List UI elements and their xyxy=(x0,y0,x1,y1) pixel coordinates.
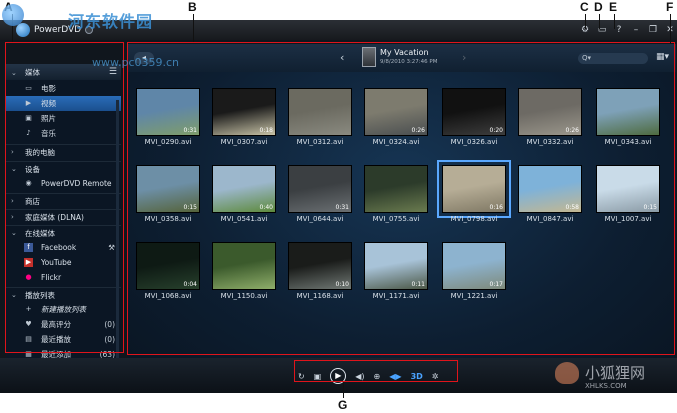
watermark-fox-logo xyxy=(555,362,579,384)
watermark-bottom-text: 小狐狸网 xyxy=(585,364,646,382)
callout-label-f: F xyxy=(666,0,674,14)
upgrade-icon[interactable]: ▭ xyxy=(595,23,609,37)
callout-box-playback xyxy=(294,360,458,382)
callout-box-sidebar xyxy=(5,42,124,353)
callout-line-c xyxy=(585,14,586,29)
restore-button[interactable]: ❐ xyxy=(646,23,660,37)
window-controls: ⚙ ▭ ? – ❐ ✕ xyxy=(575,20,677,40)
watermark-bottom-url: XHLKS.COM xyxy=(585,382,627,390)
callout-line-f xyxy=(670,14,671,44)
callout-box-content xyxy=(127,42,675,355)
powerdvd-logo-icon xyxy=(16,23,30,37)
callout-label-g: G xyxy=(338,398,348,412)
callout-line-d xyxy=(599,14,600,29)
minimize-button[interactable]: – xyxy=(629,23,643,37)
callout-label-d: D xyxy=(594,0,603,14)
callout-line-e xyxy=(614,14,615,29)
watermark-url: www.pc0359.cn xyxy=(92,56,180,69)
watermark-text: 河东软件园 xyxy=(68,12,154,31)
callout-label-c: C xyxy=(580,0,589,14)
callout-line-b xyxy=(193,14,194,42)
callout-label-b: B xyxy=(188,0,197,14)
callout-line-g xyxy=(343,382,344,398)
watermark-logo xyxy=(2,4,24,26)
callout-label-e: E xyxy=(609,0,618,14)
